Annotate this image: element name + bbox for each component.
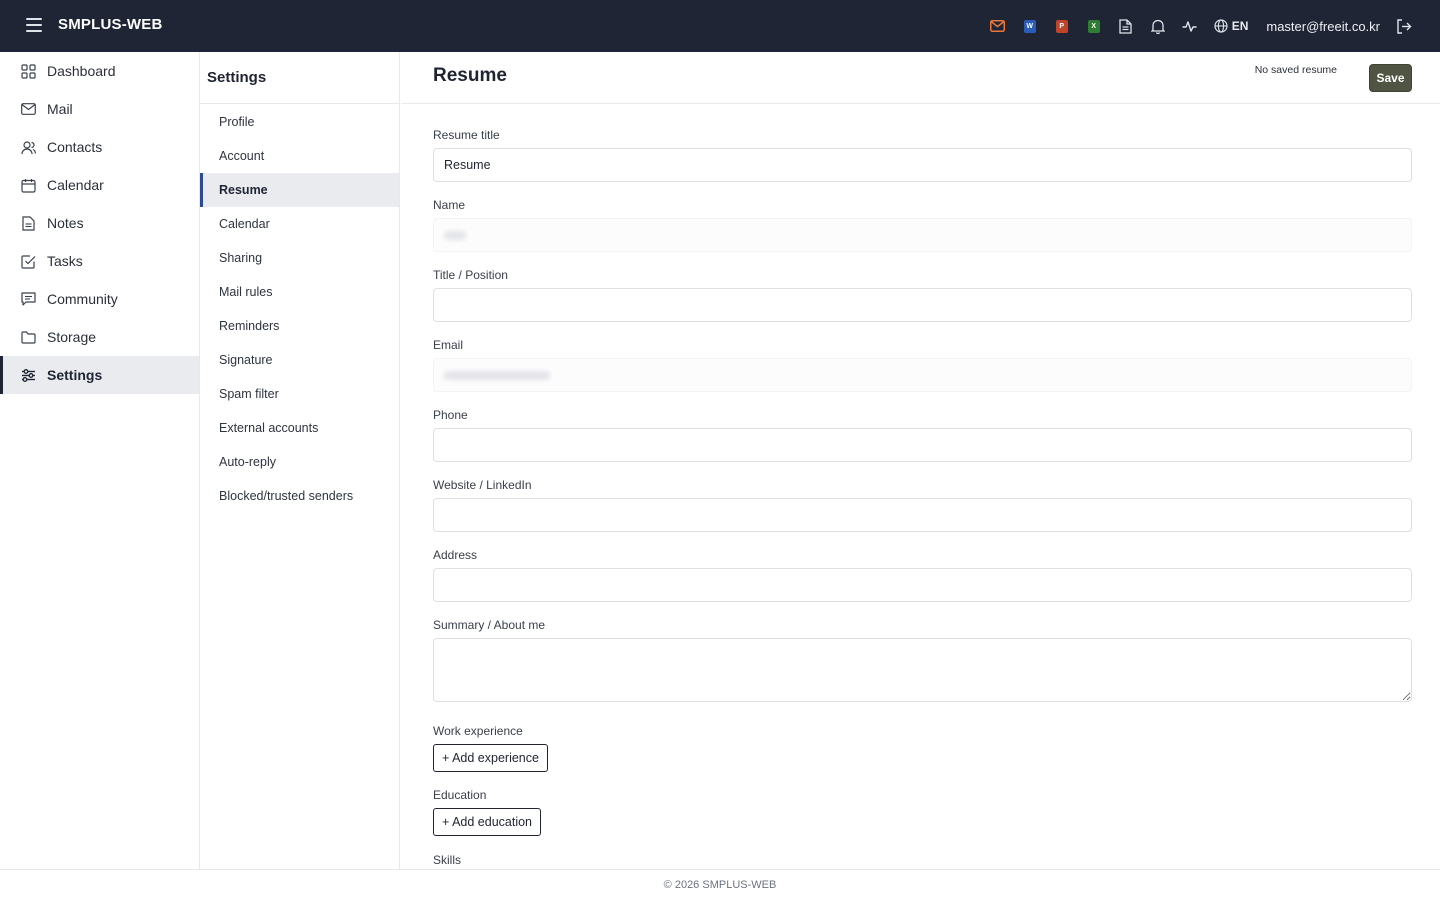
save-button[interactable]: Save <box>1369 64 1412 92</box>
sidebar-item-mail[interactable]: Mail <box>0 90 199 128</box>
notes-icon <box>20 215 36 231</box>
sidebar-item-label: Dashboard <box>47 63 116 79</box>
word-icon[interactable]: W <box>1014 0 1046 52</box>
language-label: EN <box>1231 19 1249 33</box>
resume-title-label: Resume title <box>433 128 500 142</box>
language-switcher[interactable]: EN <box>1214 19 1249 33</box>
footer-copyright: © 2026 SMPLUS-WEB <box>663 879 777 891</box>
phone-input[interactable] <box>433 428 1412 462</box>
settings-item-sharing[interactable]: Sharing <box>200 241 399 275</box>
document-icon[interactable] <box>1110 0 1142 52</box>
powerpoint-badge: P <box>1055 19 1068 33</box>
website-label: Website / LinkedIn <box>433 478 532 492</box>
user-email[interactable]: master@freeit.co.kr <box>1266 19 1380 34</box>
mail-icon <box>20 101 36 117</box>
top-toolbar: W P X EN master@freeit.co.kr <box>982 0 1440 52</box>
sidebar-item-calendar[interactable]: Calendar <box>0 166 199 204</box>
community-icon <box>20 291 36 307</box>
resume-panel: Resume No saved resume Save Resume title… <box>401 52 1440 869</box>
sidebar-item-label: Mail <box>47 101 73 117</box>
excel-badge: X <box>1087 19 1100 33</box>
contacts-icon <box>20 139 36 155</box>
add-education-button[interactable]: + Add education <box>433 808 542 836</box>
settings-item-signature[interactable]: Signature <box>200 343 399 377</box>
sidebar-item-tasks[interactable]: Tasks <box>0 242 199 280</box>
hamburger-menu-icon[interactable] <box>26 18 42 32</box>
bell-icon[interactable] <box>1142 0 1174 52</box>
email-label: Email <box>433 338 464 352</box>
position-input[interactable] <box>433 288 1412 322</box>
globe-icon <box>1214 19 1228 33</box>
calendar-icon <box>20 177 36 193</box>
email-input[interactable] <box>433 358 1412 392</box>
settings-item-spam-filter[interactable]: Spam filter <box>200 377 399 411</box>
website-input[interactable] <box>433 498 1412 532</box>
redacted-value <box>444 230 466 240</box>
main-sidebar: Dashboard Mail Contacts Calendar Notes T… <box>0 52 200 869</box>
sidebar-item-contacts[interactable]: Contacts <box>0 128 199 166</box>
summary-textarea[interactable] <box>433 638 1412 702</box>
sidebar-item-settings[interactable]: Settings <box>0 356 199 394</box>
footer: © 2026 SMPLUS-WEB <box>0 869 1440 900</box>
phone-label: Phone <box>433 408 468 422</box>
activity-icon[interactable] <box>1174 0 1206 52</box>
settings-item-calendar[interactable]: Calendar <box>200 207 399 241</box>
settings-item-mail-rules[interactable]: Mail rules <box>200 275 399 309</box>
top-bar: SMPLUS-WEB W P X EN master@freeit.co.kr <box>0 0 1440 52</box>
name-input[interactable] <box>433 218 1412 252</box>
settings-item-external-accounts[interactable]: External accounts <box>200 411 399 445</box>
sidebar-item-label: Notes <box>47 215 84 231</box>
settings-item-profile[interactable]: Profile <box>200 105 399 139</box>
mail-icon[interactable] <box>982 0 1014 52</box>
redacted-value <box>444 370 550 380</box>
skills-label: Skills <box>433 853 462 867</box>
settings-icon <box>20 367 36 383</box>
sidebar-item-notes[interactable]: Notes <box>0 204 199 242</box>
powerpoint-icon[interactable]: P <box>1046 0 1078 52</box>
sidebar-item-label: Storage <box>47 329 97 345</box>
sidebar-item-label: Tasks <box>47 253 83 269</box>
settings-item-blocked-trusted-senders[interactable]: Blocked/trusted senders <box>200 479 399 513</box>
sidebar-item-dashboard[interactable]: Dashboard <box>0 52 199 90</box>
position-label: Title / Position <box>433 268 508 282</box>
save-status: No saved resume <box>1254 64 1337 76</box>
sidebar-item-label: Community <box>47 291 118 307</box>
settings-item-auto-reply[interactable]: Auto-reply <box>200 445 399 479</box>
sidebar-item-label: Settings <box>47 367 103 383</box>
sidebar-item-storage[interactable]: Storage <box>0 318 199 356</box>
sidebar-item-label: Contacts <box>47 139 103 155</box>
name-label: Name <box>433 198 466 212</box>
sidebar-item-label: Calendar <box>47 177 104 193</box>
settings-menu: Settings Profile Account Resume Calendar… <box>200 52 400 869</box>
excel-icon[interactable]: X <box>1078 0 1110 52</box>
sidebar-item-community[interactable]: Community <box>0 280 199 318</box>
folder-icon <box>20 329 36 345</box>
dashboard-icon <box>20 63 36 79</box>
address-label: Address <box>433 548 478 562</box>
resume-header: Resume No saved resume Save <box>401 52 1440 104</box>
page-title: Resume <box>433 65 507 86</box>
settings-title: Settings <box>200 52 399 104</box>
word-badge: W <box>1023 19 1036 33</box>
address-input[interactable] <box>433 568 1412 602</box>
settings-item-reminders[interactable]: Reminders <box>200 309 399 343</box>
add-experience-button[interactable]: + Add experience <box>433 744 548 772</box>
logout-icon[interactable] <box>1394 16 1414 36</box>
settings-item-resume[interactable]: Resume <box>200 173 399 207</box>
work-experience-label: Work experience <box>433 724 523 738</box>
settings-item-account[interactable]: Account <box>200 139 399 173</box>
tasks-icon <box>20 253 36 269</box>
resume-title-input[interactable] <box>433 148 1412 182</box>
education-label: Education <box>433 788 487 802</box>
summary-label: Summary / About me <box>433 618 546 632</box>
app-title: SMPLUS-WEB <box>58 16 163 33</box>
